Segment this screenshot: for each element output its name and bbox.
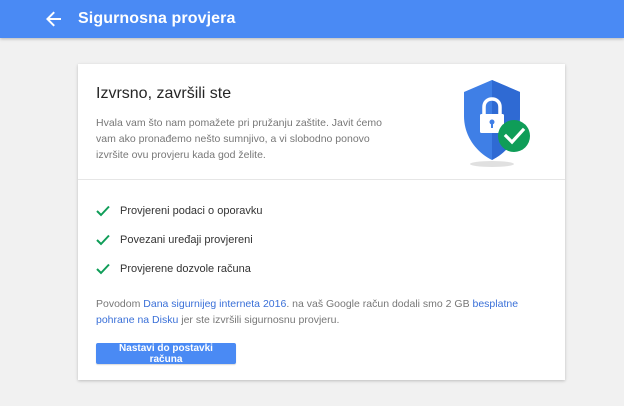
promo-prefix: Povodom bbox=[96, 298, 144, 310]
promo-suffix: jer ste izvršili sigurnosnu provjeru. bbox=[178, 314, 340, 326]
back-button[interactable] bbox=[44, 9, 64, 29]
checkmark-icon bbox=[96, 263, 110, 275]
list-item: Povezani uređaji provjereni bbox=[96, 233, 262, 247]
safer-internet-day-link[interactable]: Dana sigurnijeg interneta 2016 bbox=[143, 298, 286, 310]
list-item: Provjereni podaci o oporavku bbox=[96, 204, 262, 218]
promo-text: Povodom Dana sigurnijeg interneta 2016. … bbox=[96, 296, 541, 328]
checkmark-icon bbox=[96, 234, 110, 246]
continue-to-settings-button[interactable]: Nastavi do postavki računa bbox=[96, 343, 236, 365]
checkmark-icon bbox=[96, 205, 110, 217]
shield-lock-check-icon bbox=[456, 76, 546, 172]
card-title: Izvrsno, završili ste bbox=[96, 85, 232, 102]
checklist-label: Provjerene dozvole računa bbox=[120, 263, 251, 275]
card-summary: Izvrsno, završili ste Hvala vam što nam … bbox=[78, 64, 565, 180]
app-header: Sigurnosna provjera bbox=[0, 0, 624, 38]
checklist-label: Provjereni podaci o oporavku bbox=[120, 205, 263, 217]
promo-middle: . na vaš Google račun dodali smo 2 GB bbox=[286, 298, 473, 310]
list-item: Provjerene dozvole računa bbox=[96, 262, 262, 276]
arrow-back-icon bbox=[46, 11, 61, 27]
security-checkup-card: Izvrsno, završili ste Hvala vam što nam … bbox=[78, 64, 565, 380]
checklist: Provjereni podaci o oporavku Povezani ur… bbox=[96, 204, 262, 291]
card-description: Hvala vam što nam pomažete pri pružanju … bbox=[96, 117, 382, 161]
checklist-label: Povezani uređaji provjereni bbox=[120, 234, 253, 246]
page-title: Sigurnosna provjera bbox=[78, 10, 236, 27]
